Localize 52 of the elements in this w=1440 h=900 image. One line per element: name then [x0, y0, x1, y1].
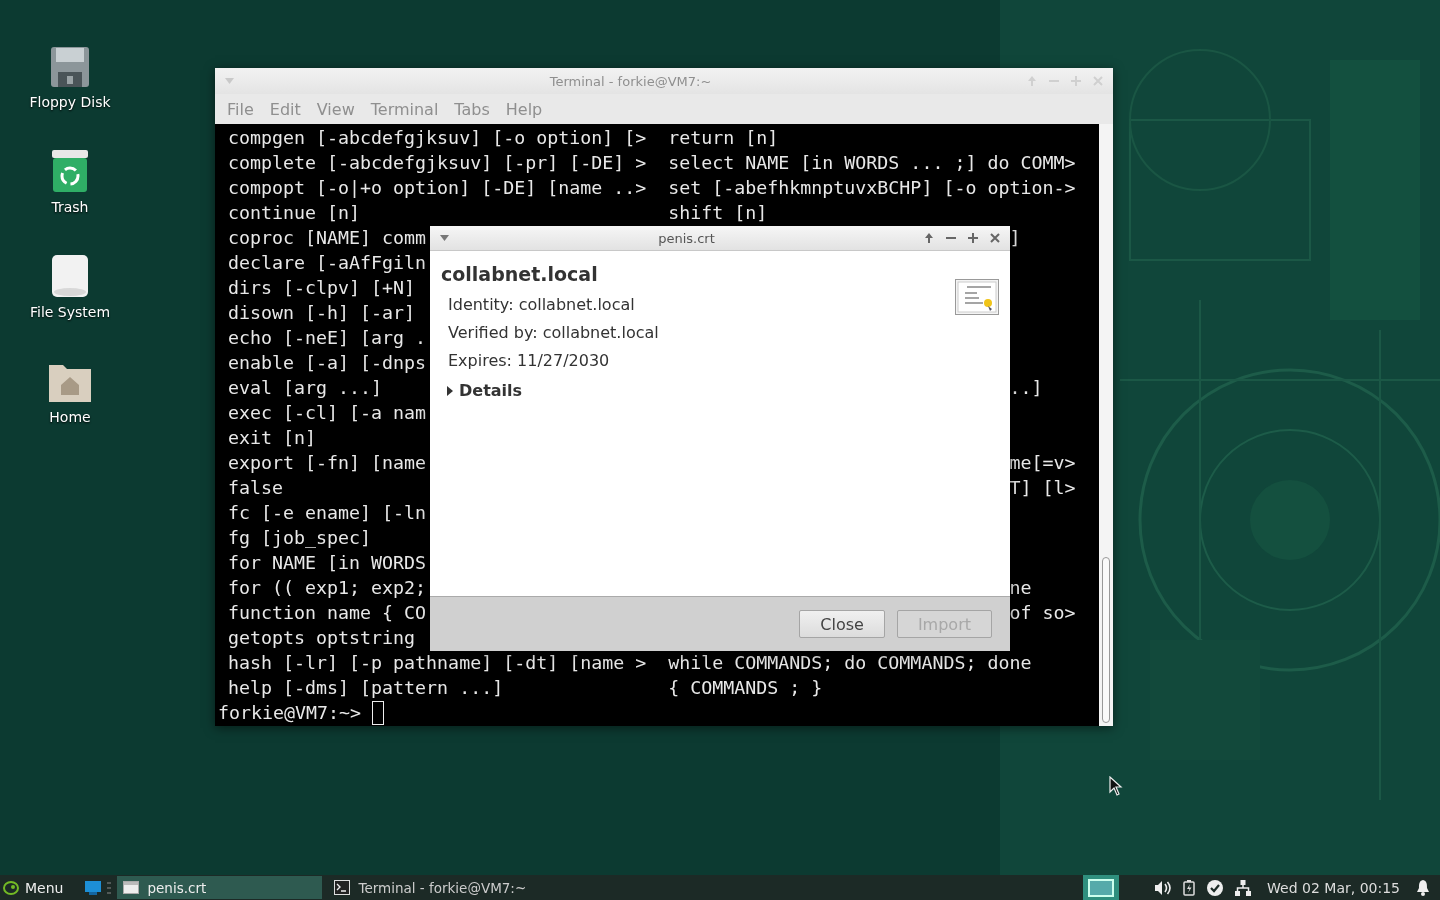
- terminal-line: dirs [-clpv] [+N]: [228, 276, 416, 300]
- desktop-icon-label[interactable]: Home: [49, 409, 91, 425]
- terminal-line: shift [n]: [668, 201, 768, 225]
- certificate-name: collabnet.local: [441, 263, 598, 285]
- taskbar-task[interactable]: Terminal - forkie@VM7:~: [328, 876, 534, 899]
- clock[interactable]: Wed 02 Mar, 00:15: [1267, 879, 1400, 896]
- terminal-line: select NAME [in WORDS ... ;] do COMM>: [668, 151, 1076, 175]
- terminal-line: getopts optstring: [228, 626, 416, 650]
- terminal-line: compgen [-abcdefgjksuv] [-o option] [>: [228, 126, 647, 150]
- terminal-line: disown [-h] [-ar]: [228, 301, 416, 325]
- taskbar-task[interactable]: penis.crt: [117, 876, 323, 899]
- window-title: penis.crt: [658, 230, 715, 246]
- desktop-icon-label[interactable]: Floppy Disk: [29, 94, 111, 110]
- window-title: Terminal - forkie@VM7:~: [549, 73, 712, 89]
- terminal-line: ]: [1009, 226, 1021, 250]
- desktop-icon-label[interactable]: Trash: [51, 199, 89, 215]
- certificate-field: Expires: 11/27/2030: [441, 347, 610, 375]
- terminal-line: ..]: [1009, 376, 1043, 400]
- certificate-field: Verified by: collabnet.local: [441, 319, 659, 347]
- terminal-line: echo [-neE] [arg .: [228, 326, 427, 350]
- terminal-line: exec [-cl] [-a nam: [228, 401, 427, 425]
- terminal-line: me[=v>: [1009, 451, 1076, 475]
- terminal-line: ne: [1009, 576, 1032, 600]
- terminal-line: return [n]: [668, 126, 779, 150]
- terminal-line: help [-dms] [pattern ...]: [228, 676, 504, 700]
- certificate-field: Identity: collabnet.local: [441, 291, 635, 319]
- terminal-line: coproc [NAME] comm: [228, 226, 427, 250]
- terminal-line: T] [l>: [1009, 476, 1076, 500]
- terminal-line: hash [-lr] [-p pathname] [-dt] [name >: [228, 651, 647, 675]
- terminal-line: fc [-e ename] [-ln: [228, 501, 427, 525]
- terminal-line: eval [arg ...]: [228, 376, 383, 400]
- details-expander[interactable]: Details: [441, 375, 523, 400]
- terminal-line: { COMMANDS ; }: [668, 676, 823, 700]
- terminal-line: enable [-a] [-dnps: [228, 351, 427, 375]
- terminal-line: of so>: [1009, 601, 1076, 625]
- terminal-line: exit [n]: [228, 426, 317, 450]
- terminal-line: declare [-aAfFgiln: [228, 251, 427, 275]
- terminal-line: while COMMANDS; do COMMANDS; done: [668, 651, 1032, 675]
- terminal-line: complete [-abcdefgjksuv] [-pr] [-DE] >: [228, 151, 647, 175]
- terminal-line: set [-abefhkmnptuvxBCHP] [-o option->: [668, 176, 1076, 200]
- terminal-line: compopt [-o|+o option] [-DE] [name ..>: [228, 176, 647, 200]
- terminal-line: function name { CO: [228, 601, 427, 625]
- terminal-line: fg [job_spec]: [228, 526, 372, 550]
- terminal-line: for (( exp1; exp2;: [228, 576, 427, 600]
- terminal-line: continue [n]: [228, 201, 361, 225]
- terminal-line: false: [228, 476, 284, 500]
- terminal-line: export [-fn] [name: [228, 451, 427, 475]
- menu-button[interactable]: Menu: [3, 879, 74, 896]
- terminal-line: for NAME [in WORDS: [228, 551, 427, 575]
- shell-prompt: forkie@VM7:~>: [218, 702, 362, 723]
- close-button[interactable]: Close: [799, 610, 885, 638]
- desktop-icon-label[interactable]: File System: [29, 304, 111, 320]
